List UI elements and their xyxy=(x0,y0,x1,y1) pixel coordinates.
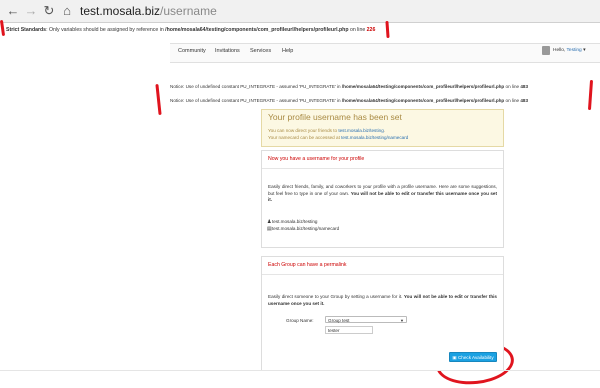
notice-text: : Use of undefined constant PU_INTEGRATE… xyxy=(183,98,342,103)
forward-arrow-icon[interactable]: → xyxy=(24,3,38,19)
check-availability-button[interactable]: ▣ Check Availability xyxy=(449,352,497,362)
success-line-2: Your namecard can be accessed at test.mo… xyxy=(268,135,408,140)
success-line-1-text: You can now direct your friends to xyxy=(268,128,339,133)
profile-link[interactable]: test.mosala.biz/testing xyxy=(338,128,383,133)
profile-panel-heading: Now you have a username for your profile xyxy=(268,156,365,162)
check-availability-label: Check Availability xyxy=(457,355,494,360)
red-annotation-mark-notice-right xyxy=(587,79,594,111)
avatar-icon[interactable] xyxy=(542,46,550,55)
notice-label: Notice xyxy=(170,84,184,89)
success-title: Your profile username has been set xyxy=(268,112,402,122)
notice-line-number: 483 xyxy=(520,84,528,89)
notice-path: /home/mosala64/testing/components/com_pr… xyxy=(341,98,505,103)
chevron-down-icon: ▼ xyxy=(400,318,404,323)
notice-label: Notice xyxy=(170,98,184,103)
browser-toolbar: ← → ↻ ⌂ test.mosala.biz/username xyxy=(0,0,600,23)
profile-url-row: ♟test.mosala.biz/testing xyxy=(267,219,317,225)
notice-on-line: on line xyxy=(504,84,521,89)
notice-message: Notice: Use of undefined constant PU_INT… xyxy=(170,83,528,90)
url-host: test.mosala.biz xyxy=(80,4,161,18)
divider xyxy=(262,274,503,275)
footer-divider xyxy=(0,370,600,371)
nav-item-help[interactable]: Help xyxy=(282,48,293,54)
reload-icon[interactable]: ↻ xyxy=(42,3,56,19)
notice-path: /home/mosala64/testing/components/com_pr… xyxy=(341,84,505,89)
chevron-down-icon[interactable]: ▾ xyxy=(583,48,585,53)
hello-prefix: Hello, xyxy=(553,48,567,53)
group-panel-description: Easily direct someone to your Group by s… xyxy=(268,294,497,307)
strict-path: /home/mosala64/testing/components/com_pr… xyxy=(165,27,349,33)
strict-standards-message: Strict Standards: Only variables should … xyxy=(6,27,375,34)
notice-message: Notice: Use of undefined constant PU_INT… xyxy=(170,97,528,104)
divider xyxy=(262,168,503,169)
address-bar[interactable]: test.mosala.biz/username xyxy=(80,2,217,20)
strict-label: Strict Standards xyxy=(6,27,47,33)
success-line-1-suffix: . xyxy=(383,128,386,133)
success-line-2-text: Your namecard can be accessed at xyxy=(268,135,342,140)
strict-on-line: on line xyxy=(348,27,367,33)
profile-url[interactable]: test.mosala.biz/testing xyxy=(272,219,317,224)
group-select[interactable]: Group test ▼ xyxy=(325,316,407,323)
group-select-value: Group test xyxy=(328,318,350,323)
notice-text: : Use of undefined constant PU_INTEGRATE… xyxy=(183,84,342,89)
namecard-url-row: ▤test.mosala.biz/testing/namecard xyxy=(267,226,339,232)
red-annotation-mark-strict xyxy=(385,20,390,39)
back-arrow-icon[interactable]: ← xyxy=(6,3,20,19)
profile-username-panel: Now you have a username for your profile… xyxy=(261,150,504,248)
namecard-url[interactable]: test.mosala.biz/testing/namecard xyxy=(272,226,339,231)
notice-line-number: 483 xyxy=(520,98,528,103)
nav-item-invitations[interactable]: Invitations xyxy=(215,48,240,54)
username-link[interactable]: Testing xyxy=(567,48,582,53)
strict-text: : Only variables should be assigned by r… xyxy=(46,27,166,33)
namecard-link[interactable]: test.mosala.biz/testing/namecard xyxy=(341,135,408,140)
success-line-1: You can now direct your friends to test.… xyxy=(268,128,385,133)
home-icon[interactable]: ⌂ xyxy=(60,3,74,19)
check-availability-icon: ▣ xyxy=(452,355,457,360)
profile-panel-description: Easily direct friends, family, and cowor… xyxy=(268,184,497,204)
strict-line-number: 226 xyxy=(366,27,376,33)
success-alert: Your profile username has been set You c… xyxy=(261,109,504,147)
notice-on-line: on line xyxy=(504,98,521,103)
nav-item-community[interactable]: Community xyxy=(178,48,206,54)
group-name-label: Group Name: xyxy=(286,318,314,323)
user-menu[interactable]: Hello, Testing ▾ xyxy=(553,48,585,53)
group-panel-heading: Each Group can have a permalink xyxy=(268,262,347,268)
red-annotation-mark-notice-left xyxy=(155,83,162,116)
site-navigation: Community Invitations Services Help xyxy=(170,43,600,63)
group-username-input[interactable]: tester xyxy=(325,326,373,334)
group-desc-text: Easily direct someone to your Group by s… xyxy=(268,294,404,299)
url-path: /username xyxy=(160,4,217,18)
nav-item-services[interactable]: Services xyxy=(250,48,271,54)
